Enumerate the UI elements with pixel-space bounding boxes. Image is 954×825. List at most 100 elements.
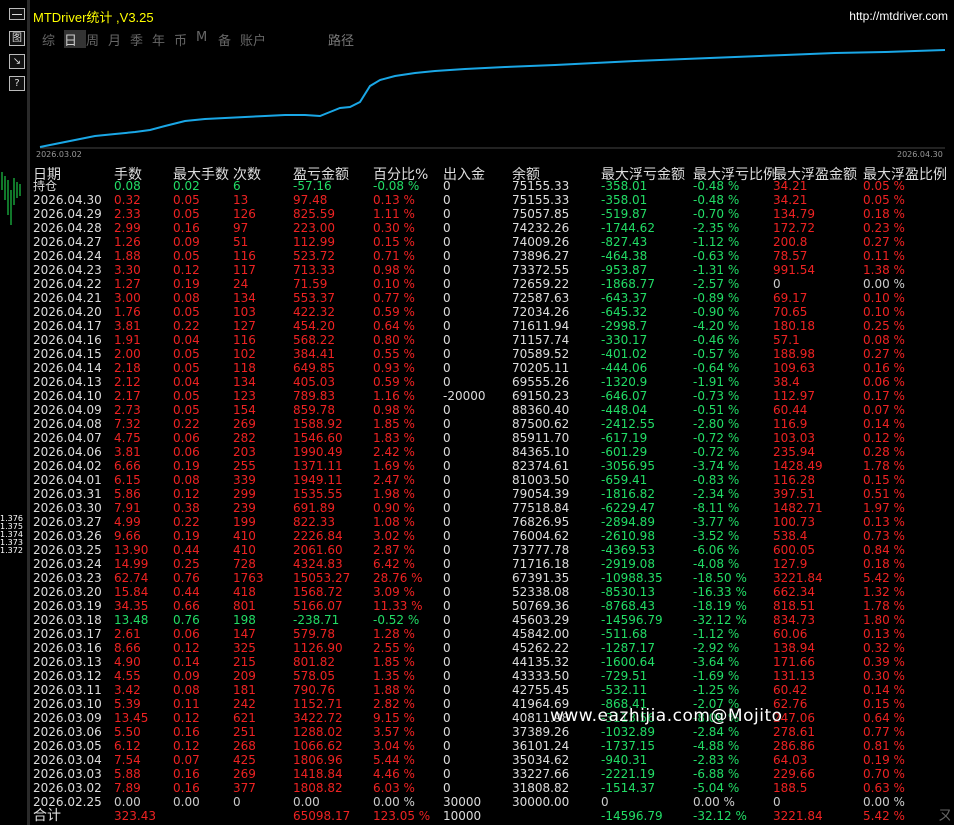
cell-bal: 69555.26 xyxy=(512,375,570,389)
cell-pnl: 15053.27 xyxy=(293,571,351,585)
cell-maxlots: 0.02 xyxy=(173,179,200,193)
table-row: 2026.03.03 5.88 0.16 269 1418.84 4.46 % 0 33227… xyxy=(30,767,954,781)
cell-lots: 9.66 xyxy=(114,529,141,543)
cell-maxlots: 0.16 xyxy=(173,767,200,781)
cell-pct: 1.85 % xyxy=(373,417,415,431)
cell-pnl: 523.72 xyxy=(293,249,335,263)
cell-fl: -601.29 xyxy=(601,445,648,459)
cell-fppct: 0.07 % xyxy=(863,403,905,417)
cell-io: 0 xyxy=(443,683,451,697)
arrow-icon-button[interactable]: ↘ xyxy=(9,54,25,69)
cell-lots: 4.99 xyxy=(114,515,141,529)
cell-fp: 991.54 xyxy=(773,263,815,277)
cell-date: 2026.04.09 xyxy=(33,403,102,417)
cell-maxlots: 0.05 xyxy=(173,347,200,361)
cell-maxlots: 0.12 xyxy=(173,739,200,753)
cell-trades: 134 xyxy=(233,375,256,389)
cell-fppct: 0.15 % xyxy=(863,697,905,711)
cell-fl: -8530.13 xyxy=(601,585,655,599)
cell-trades: 269 xyxy=(233,767,256,781)
cell-fl: -729.51 xyxy=(601,669,648,683)
cell-io: 0 xyxy=(443,781,451,795)
cell-maxlots: 0.16 xyxy=(173,781,200,795)
table-row: 2026.04.01 6.15 0.08 339 1949.11 2.47 % 0 81003… xyxy=(30,473,954,487)
cell-trades: 209 xyxy=(233,669,256,683)
cell-flpct: -0.72 % xyxy=(693,431,740,445)
table-row: 2026.03.25 13.90 0.44 410 2061.60 2.87 % 0 7377… xyxy=(30,543,954,557)
cell-io: 0 xyxy=(443,431,451,445)
cell-fppct: 0.16 % xyxy=(863,361,905,375)
cell-fl: 0 xyxy=(601,795,609,809)
cell-fp: 188.5 xyxy=(773,781,808,795)
cell-fppct: 0.64 % xyxy=(863,711,905,725)
cell-fl: -10988.35 xyxy=(601,571,663,585)
cell-io: 0 xyxy=(443,291,451,305)
host-chart-price-ticks: 1.376 1.375 1.374 1.373 1.372 xyxy=(0,515,28,555)
cell-fl: -2919.08 xyxy=(601,557,655,571)
cell-fp: 188.98 xyxy=(773,347,815,361)
cell-flpct: -16.33 % xyxy=(693,585,747,599)
cell-trades: 147 xyxy=(233,627,256,641)
cell-trades: 127 xyxy=(233,319,256,333)
cell-pct: 0.15 % xyxy=(373,235,415,249)
cell-date: 2026.03.23 xyxy=(33,571,102,585)
cell-lots: 2.17 xyxy=(114,389,141,403)
cell-flpct: -2.92 % xyxy=(693,641,740,655)
cell-date: 2026.03.13 xyxy=(33,655,102,669)
total-row: 合计 323.43 65098.17 123.05 % 10000 -14596.79 -3… xyxy=(30,809,954,823)
cell-date: 2026.03.25 xyxy=(33,543,102,557)
cell-fppct: 0.10 % xyxy=(863,291,905,305)
cell-pct: 0.77 % xyxy=(373,291,415,305)
cell-trades: 282 xyxy=(233,431,256,445)
equity-curve-line xyxy=(39,49,946,148)
cell-pnl: 1588.92 xyxy=(293,417,343,431)
cell-lots: 62.74 xyxy=(114,571,149,585)
cell-io: 0 xyxy=(443,501,451,515)
cell-pnl: 691.89 xyxy=(293,501,335,515)
cell-pct: 123.05 % xyxy=(373,809,431,823)
equity-curve-chart xyxy=(39,49,946,149)
cell-pct: 4.46 % xyxy=(373,767,415,781)
cell-trades: 134 xyxy=(233,291,256,305)
cell-pnl: 1546.60 xyxy=(293,431,343,445)
cell-fl: -358.01 xyxy=(601,179,648,193)
cell-fp: 138.94 xyxy=(773,641,815,655)
chart-icon-button[interactable]: 图 xyxy=(9,31,25,46)
cell-trades: 410 xyxy=(233,543,256,557)
cell-io: 0 xyxy=(443,473,451,487)
cell-io: 0 xyxy=(443,305,451,319)
cell-pnl: 789.83 xyxy=(293,389,335,403)
cell-io: 0 xyxy=(443,487,451,501)
cell-lots: 1.76 xyxy=(114,305,141,319)
cell-fp: 60.42 xyxy=(773,683,808,697)
cell-bal: 82374.61 xyxy=(512,459,570,473)
cell-fppct: 1.32 % xyxy=(863,585,905,599)
cell-fl: -401.02 xyxy=(601,347,648,361)
cell-pnl: 422.32 xyxy=(293,305,335,319)
cell-io: 0 xyxy=(443,347,451,361)
cell-lots: 13.90 xyxy=(114,543,149,557)
cell-trades: 24 xyxy=(233,277,249,291)
cell-lots: 7.91 xyxy=(114,501,141,515)
cell-fppct: 0.70 % xyxy=(863,767,905,781)
cell-io: 0 xyxy=(443,613,451,627)
cell-fl: -3056.95 xyxy=(601,459,655,473)
cell-trades: 410 xyxy=(233,529,256,543)
cell-pnl: 1949.11 xyxy=(293,473,343,487)
cell-flpct: -0.48 % xyxy=(693,179,740,193)
cell-trades: 126 xyxy=(233,207,256,221)
cell-flpct: -2.83 % xyxy=(693,753,740,767)
help-icon-button[interactable]: ? xyxy=(9,76,25,91)
cell-date: 2026.04.15 xyxy=(33,347,102,361)
cell-date: 2026.03.03 xyxy=(33,767,102,781)
minimize-icon-button[interactable] xyxy=(9,8,25,20)
website-link[interactable]: http://mtdriver.com xyxy=(849,9,948,23)
table-row: 2026.04.29 2.33 0.05 126 825.59 1.11 % 0 75057.… xyxy=(30,207,954,221)
cell-fl: -2610.98 xyxy=(601,529,655,543)
cell-pct: 1.85 % xyxy=(373,655,415,669)
cell-pct: 3.04 % xyxy=(373,739,415,753)
cell-maxlots: 0.19 xyxy=(173,459,200,473)
cell-fl: -646.07 xyxy=(601,389,648,403)
cell-fppct: 0.12 % xyxy=(863,431,905,445)
cell-io: 0 xyxy=(443,221,451,235)
